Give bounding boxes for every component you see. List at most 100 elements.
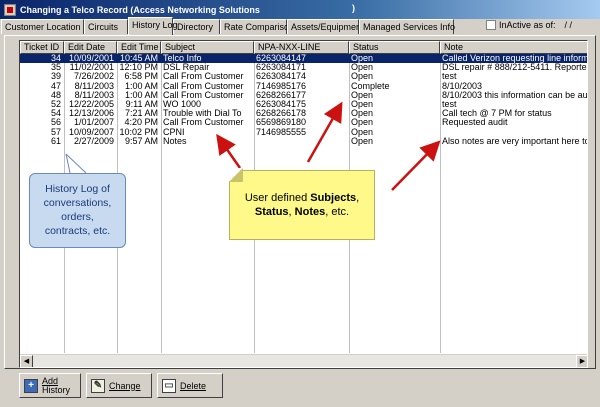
table-cell: 12/22/2005 — [68, 99, 114, 109]
table-cell: Called Verizon requesting line informati… — [442, 54, 588, 63]
inactive-label: InActive as of: — [499, 20, 556, 30]
horizontal-scrollbar[interactable]: ◀ ▶ — [20, 354, 587, 367]
window-title-suffix: ) — [352, 3, 355, 13]
table-cell: Complete — [351, 81, 390, 91]
table-row[interactable]: 54 12/13/2006 7:21 AM Trouble with Dial To 6… — [20, 109, 587, 119]
table-row[interactable]: 57 10/09/2007 10:02 PM CPNI 7146985555 Open — [20, 127, 587, 137]
table-cell: 34 — [50, 54, 61, 63]
tab-managed-services-info[interactable]: Managed Services Info — [359, 19, 455, 34]
table-cell: Open — [351, 127, 374, 137]
table-row[interactable]: 34 10/09/2001 10:45 AM Telco Info 6263084147… — [20, 54, 588, 64]
tab-history-log[interactable]: History Log — [128, 17, 178, 35]
table-cell: Call From Customer — [163, 81, 244, 91]
table-cell: 6:58 PM — [124, 72, 158, 82]
table-cell: 8/10/2003 — [442, 81, 483, 91]
col-note[interactable]: Note — [440, 41, 587, 54]
tab-rate-comparison[interactable]: Rate Comparison — [220, 19, 294, 34]
col-npa-nxx-line[interactable]: NPA-NXX-LINE — [254, 41, 349, 54]
col-edit-time[interactable]: Edit Time — [117, 41, 161, 54]
table-cell: 12/13/2006 — [68, 109, 114, 119]
scroll-left-icon[interactable]: ◀ — [20, 355, 33, 367]
table-cell: 6569869180 — [256, 118, 307, 128]
table-cell: 10:45 AM — [119, 54, 158, 63]
table-cell: 8/10/2003 this information can be autom — [442, 90, 588, 100]
callout-fold — [229, 168, 243, 182]
table-cell: Open — [351, 90, 374, 100]
table-cell: 6263084171 — [256, 63, 307, 73]
table-row[interactable]: 47 8/11/2003 1:00 AM Call From Customer 7146… — [20, 81, 587, 91]
table-cell: 54 — [50, 109, 61, 119]
table-cell: 1:00 AM — [124, 90, 158, 100]
inactive-date-field[interactable]: / / — [565, 20, 573, 30]
tab-customer-location[interactable]: Customer Location — [1, 19, 84, 34]
table-cell: 57 — [50, 127, 61, 137]
table-cell: 6263084174 — [256, 72, 307, 82]
table-cell: 7:21 AM — [124, 109, 158, 119]
table-cell: 6268266178 — [256, 109, 307, 119]
user-defined-callout: User defined Subjects, Status, Notes, et… — [229, 170, 375, 240]
edit-icon: ✎ — [91, 378, 105, 393]
table-cell: 11/02/2001 — [69, 63, 114, 73]
inactive-checkbox[interactable] — [486, 20, 496, 30]
tab-circuits[interactable]: Circuits — [84, 19, 128, 34]
table-cell: WO 1000 — [163, 99, 202, 109]
delete-button[interactable]: ▭ Delete — [157, 373, 223, 398]
table-cell: 10/09/2001 — [68, 54, 114, 63]
table-cell: 10/09/2007 — [68, 127, 114, 137]
col-status[interactable]: Status — [349, 41, 440, 54]
table-row[interactable]: 61 2/27/2009 9:57 AM Notes Open Also notes ar… — [20, 136, 587, 146]
table-cell: 61 — [50, 136, 61, 146]
change-label: Change — [109, 380, 141, 391]
col-ticket-id[interactable]: Ticket ID — [20, 41, 64, 54]
table-cell: Call From Customer — [163, 118, 244, 128]
inactive-filter: InActive as of: / / — [486, 20, 572, 30]
table-body: 34 10/09/2001 10:45 AM Telco Info 6263084147… — [20, 54, 588, 146]
table-cell: 6263084175 — [256, 99, 307, 109]
delete-label: Delete — [180, 380, 207, 391]
table-cell: Call From Customer — [163, 72, 244, 82]
table-cell: 4:20 PM — [124, 118, 158, 128]
col-subject[interactable]: Subject — [161, 41, 254, 54]
table-cell: Open — [351, 99, 374, 109]
table-cell: DSL repair # 888/212-5411. Reported — [442, 63, 588, 73]
table-cell: 56 — [50, 118, 61, 128]
change-button[interactable]: ✎ Change — [86, 373, 152, 398]
table-cell: Open — [351, 118, 374, 128]
table-cell: 35 — [50, 63, 61, 73]
plus-icon: + — [24, 378, 38, 393]
table-row[interactable]: 52 12/22/2005 9:11 AM WO 1000 6263084175 Open… — [20, 99, 587, 109]
table-cell: 8/11/2003 — [74, 81, 114, 91]
table-row[interactable]: 39 7/26/2002 6:58 PM Call From Customer 6263… — [20, 72, 587, 82]
table-cell: Requested audit — [442, 118, 508, 128]
table-cell: 7/26/2002 — [73, 72, 114, 82]
table-row[interactable]: 48 8/11/2003 1:00 AM Call From Customer 6268… — [20, 90, 588, 100]
table-cell: 9:57 AM — [124, 136, 158, 146]
title-bar: Changing a Telco Record (Access Networki… — [0, 0, 600, 19]
table-cell: 10:02 PM — [119, 127, 158, 137]
tab-directory[interactable]: Directory — [173, 19, 220, 34]
table-cell: test — [442, 72, 457, 82]
table-cell: Open — [351, 63, 374, 73]
table-cell: DSL Repair — [163, 63, 210, 73]
add-history-button[interactable]: + Add History — [19, 373, 81, 398]
tab-assets-equipment[interactable]: Assets/Equipment — [287, 19, 364, 34]
delete-icon: ▭ — [162, 378, 176, 393]
table-cell: 8/11/2003 — [74, 90, 114, 100]
table-cell: Open — [351, 109, 374, 119]
table-row[interactable]: 35 11/02/2001 12:10 PM DSL Repair 6263084171… — [20, 63, 588, 73]
table-cell: 6268266177 — [256, 90, 307, 100]
table-cell — [254, 137, 349, 146]
table-cell: CPNI — [163, 127, 185, 137]
table-cell: 12:10 PM — [119, 63, 158, 73]
table-header: Ticket ID Edit Date Edit Time Subject NP… — [20, 41, 587, 54]
col-edit-date[interactable]: Edit Date — [64, 41, 117, 54]
table-cell: 52 — [50, 99, 61, 109]
add-history-label-2: History — [42, 384, 71, 395]
table-cell: Call From Customer — [163, 90, 244, 100]
scroll-right-icon[interactable]: ▶ — [576, 355, 587, 367]
table-row[interactable]: 56 1/01/2007 4:20 PM Call From Customer 6569… — [20, 118, 587, 128]
table-cell: 48 — [50, 90, 61, 100]
table-cell: 7146985555 — [256, 127, 307, 137]
table-cell — [440, 128, 587, 137]
table-cell: 1/01/2007 — [73, 118, 114, 128]
